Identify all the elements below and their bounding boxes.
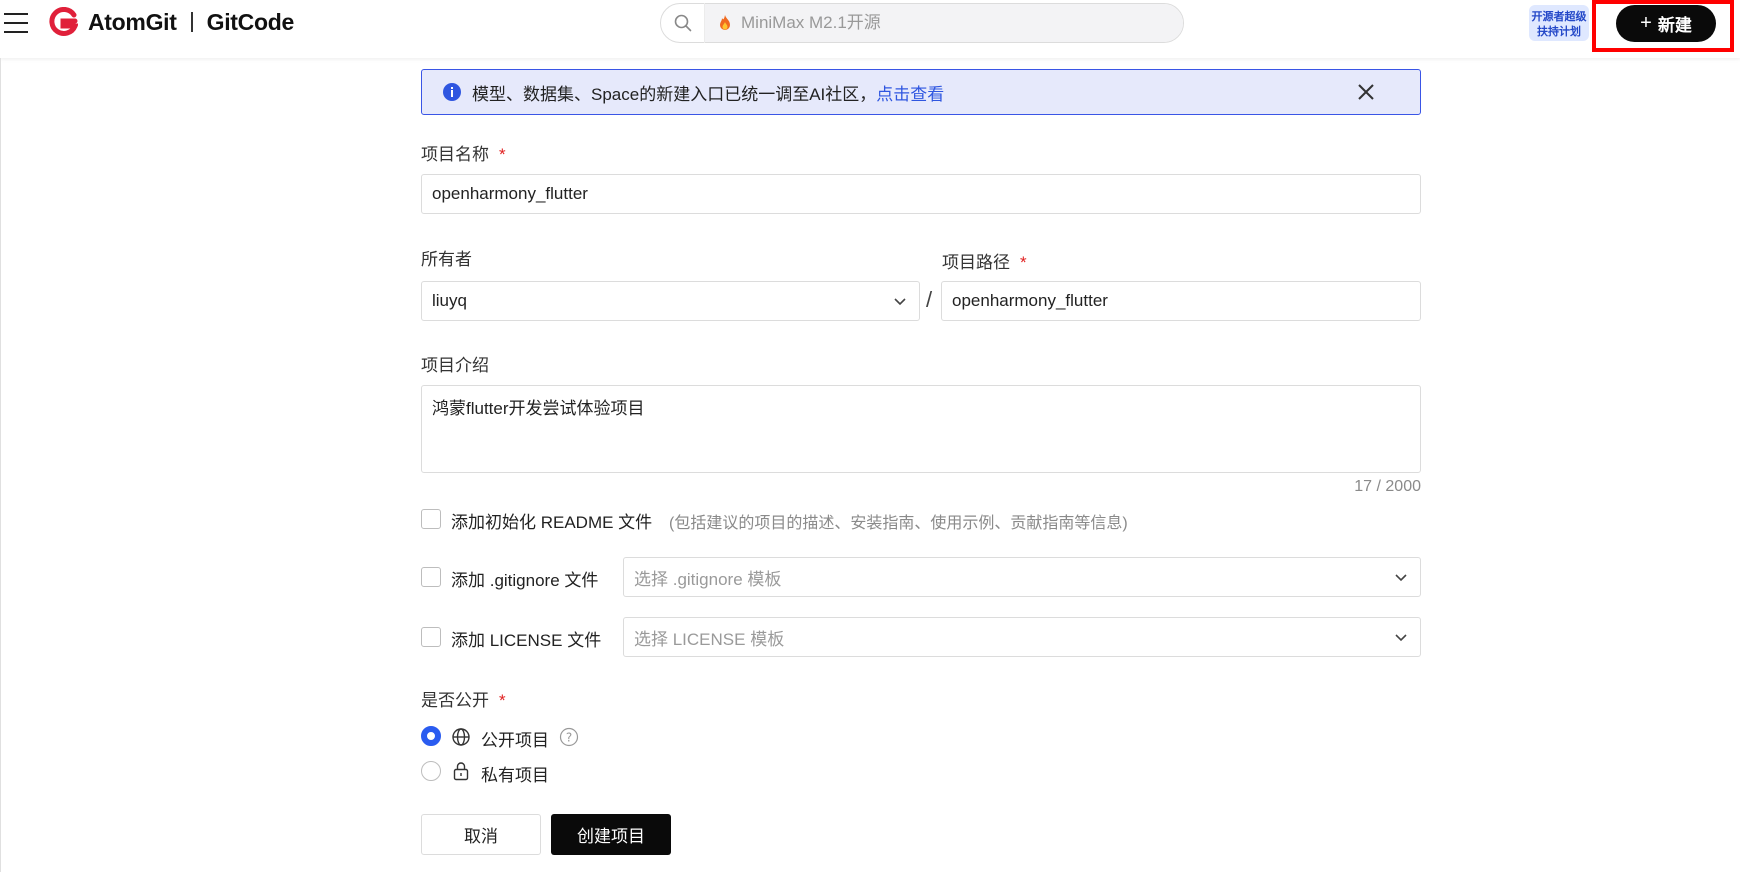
description-counter: 17 / 2000 (1354, 478, 1421, 495)
license-checkbox[interactable] (421, 627, 441, 647)
search-input[interactable] (741, 13, 1181, 33)
notice-link[interactable]: 点击查看 (876, 80, 944, 105)
required-mark: * (1020, 253, 1027, 272)
project-name-label-text: 项目名称 (421, 145, 489, 164)
fire-icon (720, 15, 730, 30)
chevron-down-icon (894, 298, 906, 306)
license-label[interactable]: 添加 LICENSE 文件 (451, 626, 601, 651)
gitignore-checkbox[interactable] (421, 567, 441, 587)
notice-banner: 模型、数据集、Space的新建入口已统一调至AI社区， 点击查看 (421, 69, 1421, 115)
new-button[interactable]: + 新建 (1616, 5, 1716, 42)
visibility-label: 是否公开 * (421, 686, 506, 711)
global-search[interactable] (660, 3, 1184, 43)
left-divider (0, 58, 1, 872)
gitignore-placeholder: 选择 .gitignore 模板 (634, 569, 782, 589)
readme-label[interactable]: 添加初始化 README 文件 (451, 508, 652, 533)
required-mark: * (499, 145, 506, 164)
plus-icon: + (1640, 12, 1652, 34)
cancel-button[interactable]: 取消 (421, 814, 541, 855)
logo-divider (190, 12, 193, 32)
visibility-public-label[interactable]: 公开项目 (481, 726, 549, 751)
license-placeholder: 选择 LICENSE 模板 (634, 629, 785, 649)
globe-icon (452, 728, 470, 746)
readme-checkbox[interactable] (421, 509, 441, 529)
logo-product: GitCode (206, 8, 295, 35)
logo-brand: AtomGit (88, 8, 177, 35)
project-path-input[interactable]: openharmony_flutter (941, 281, 1421, 321)
visibility-private-label[interactable]: 私有项目 (481, 761, 549, 786)
owner-select[interactable]: liuyq (421, 281, 920, 321)
visibility-public-radio[interactable] (421, 726, 441, 746)
info-icon (443, 83, 461, 101)
readme-hint: (包括建议的项目的描述、安装指南、使用示例、贡献指南等信息) (669, 515, 1128, 532)
create-project-button[interactable]: 创建项目 (551, 814, 671, 855)
project-name-input[interactable]: openharmony_flutter (421, 174, 1421, 214)
chevron-down-icon (1395, 574, 1407, 582)
site-logo[interactable]: AtomGit GitCode (48, 6, 294, 38)
owner-label: 所有者 (421, 250, 472, 269)
description-label: 项目介绍 (421, 356, 489, 375)
search-icon[interactable] (661, 3, 705, 43)
lock-icon (453, 762, 469, 781)
description-value: 鸿蒙flutter开发尝试体验项目 (432, 399, 645, 418)
close-icon[interactable] (1356, 82, 1376, 102)
menu-icon[interactable] (4, 10, 28, 36)
gitignore-label[interactable]: 添加 .gitignore 文件 (451, 566, 598, 591)
description-textarea[interactable]: 鸿蒙flutter开发尝试体验项目 (421, 385, 1421, 473)
project-path-label-text: 项目路径 (942, 253, 1010, 272)
new-button-label: 新建 (1657, 16, 1692, 35)
project-name-value: openharmony_flutter (432, 184, 588, 203)
search-field[interactable] (705, 4, 1183, 42)
owner-value: liuyq (432, 291, 467, 310)
gitignore-select[interactable]: 选择 .gitignore 模板 (623, 557, 1421, 597)
chevron-down-icon (1395, 634, 1407, 642)
top-bar: AtomGit GitCode 开源者超级 扶持计划 + 新建 (0, 0, 1740, 58)
svg-text:开源者超级: 开源者超级 (1532, 9, 1588, 23)
required-mark: * (499, 691, 506, 710)
path-separator: / (926, 287, 933, 312)
license-select[interactable]: 选择 LICENSE 模板 (623, 617, 1421, 657)
promo-badge-icon[interactable]: 开源者超级 扶持计划 (1528, 4, 1590, 42)
svg-text:?: ? (566, 731, 572, 745)
project-name-label: 项目名称 * (421, 140, 506, 165)
notice-text: 模型、数据集、Space的新建入口已统一调至AI社区， (472, 84, 877, 104)
atomgit-logo-icon (49, 7, 78, 36)
visibility-private-radio[interactable] (421, 761, 441, 781)
svg-text:扶持计划: 扶持计划 (1537, 24, 1581, 38)
help-icon[interactable]: ? (559, 727, 579, 747)
project-path-value: openharmony_flutter (952, 291, 1108, 310)
visibility-label-text: 是否公开 (421, 691, 489, 710)
project-path-label: 项目路径 * (942, 248, 1027, 273)
